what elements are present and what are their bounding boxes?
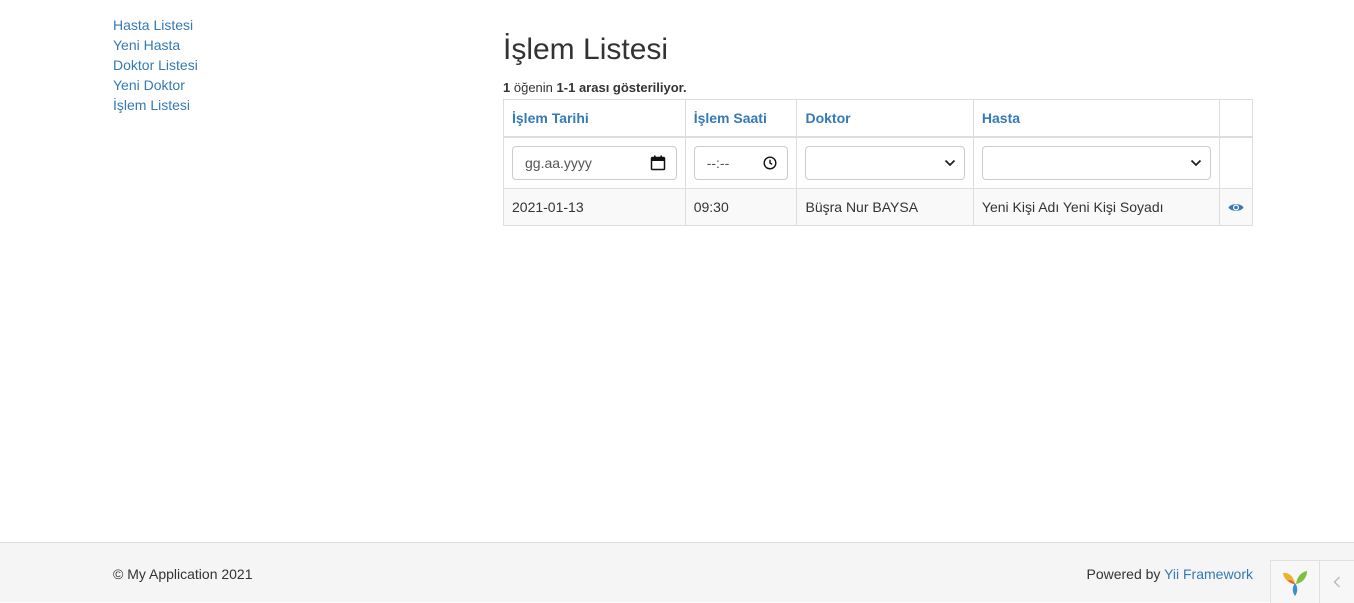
time-filter-placeholder: --:-- xyxy=(706,154,730,171)
yii-framework-link[interactable]: Yii Framework xyxy=(1164,566,1253,582)
sidebar-item-islem-listesi: İşlem Listesi xyxy=(113,95,198,115)
column-header-islem-tarihi: İşlem Tarihi xyxy=(503,99,686,138)
grid-header-row: İşlem Tarihi İşlem Saati Doktor Hasta xyxy=(503,99,1254,138)
patient-filter-select[interactable] xyxy=(981,145,1211,180)
page-title: İşlem Listesi xyxy=(503,33,669,66)
debug-toolbar-toggle[interactable] xyxy=(1270,560,1320,603)
clock-icon[interactable] xyxy=(763,156,777,170)
debug-toolbar-collapse[interactable] xyxy=(1320,560,1354,603)
cell-date: 2021-01-13 xyxy=(503,188,686,226)
filter-cell-date: gg.aa.yyyy xyxy=(503,136,686,189)
filter-cell-actions xyxy=(1218,136,1254,189)
time-filter-input[interactable]: --:-- xyxy=(693,145,789,180)
sidebar-item-yeni-hasta: Yeni Hasta xyxy=(113,35,198,55)
sidebar-menu: Hasta Listesi Yeni Hasta Doktor Listesi … xyxy=(113,15,198,115)
calendar-icon[interactable] xyxy=(650,155,666,171)
sidebar-item-doktor-listesi: Doktor Listesi xyxy=(113,55,198,75)
grid-summary: 1 öğenin 1-1 arası gösteriliyor. xyxy=(503,79,1253,99)
operations-grid: İşlem Tarihi İşlem Saati Doktor Hasta gg… xyxy=(503,99,1254,226)
filter-cell-patient xyxy=(972,136,1220,189)
sidebar-item-yeni-doktor: Yeni Doktor xyxy=(113,75,198,95)
sort-link-islem-saati[interactable]: İşlem Saati xyxy=(694,110,767,126)
date-filter-placeholder: gg.aa.yyyy xyxy=(525,154,592,171)
summary-total: 1 xyxy=(503,80,511,95)
sidebar-link-hasta-listesi[interactable]: Hasta Listesi xyxy=(113,17,193,33)
column-header-hasta: Hasta xyxy=(972,99,1220,138)
column-header-islem-saati: İşlem Saati xyxy=(684,99,798,138)
sort-link-doktor[interactable]: Doktor xyxy=(805,110,850,126)
cell-patient: Yeni Kişi Adı Yeni Kişi Soyadı xyxy=(972,188,1220,226)
cell-doctor: Büşra Nur BAYSA xyxy=(796,188,974,226)
doctor-filter-select[interactable] xyxy=(805,145,965,180)
date-filter-input[interactable]: gg.aa.yyyy xyxy=(512,145,677,180)
column-header-actions xyxy=(1218,99,1254,138)
main-content: İşlem Listesi 1 öğenin 1-1 arası gösteri… xyxy=(503,30,1254,226)
sort-link-islem-tarihi[interactable]: İşlem Tarihi xyxy=(512,110,589,126)
eye-icon xyxy=(1228,203,1244,211)
footer-copyright: © My Application 2021 xyxy=(113,566,253,582)
grid-filter-row: gg.aa.yyyy --:-- xyxy=(503,136,1254,189)
chevron-down-icon xyxy=(1190,159,1202,167)
sidebar-link-yeni-doktor[interactable]: Yeni Doktor xyxy=(113,77,185,93)
summary-of-label: öğenin xyxy=(513,80,553,95)
filter-cell-time: --:-- xyxy=(684,136,798,189)
column-header-doktor: Doktor xyxy=(796,99,974,138)
yii-logo-icon xyxy=(1283,571,1307,596)
sidebar-link-islem-listesi[interactable]: İşlem Listesi xyxy=(113,97,190,113)
summary-suffix: arası gösteriliyor. xyxy=(578,80,687,95)
footer-powered-by: Powered by Yii Framework xyxy=(1086,566,1253,582)
sort-link-hasta[interactable]: Hasta xyxy=(982,110,1020,126)
cell-time: 09:30 xyxy=(684,188,798,226)
chevron-left-icon xyxy=(1333,576,1341,588)
chevron-down-icon xyxy=(944,159,956,167)
page-footer: © My Application 2021 Powered by Yii Fra… xyxy=(0,542,1354,603)
cell-actions xyxy=(1218,188,1254,226)
footer-powered-prefix: Powered by xyxy=(1086,566,1161,582)
sidebar-item-hasta-listesi: Hasta Listesi xyxy=(113,15,198,35)
sidebar-link-yeni-hasta[interactable]: Yeni Hasta xyxy=(113,37,180,53)
view-button[interactable] xyxy=(1228,202,1244,213)
filter-cell-doctor xyxy=(796,136,974,189)
table-row: 2021-01-13 09:30 Büşra Nur BAYSA Yeni Ki… xyxy=(503,188,1254,226)
sidebar-link-doktor-listesi[interactable]: Doktor Listesi xyxy=(113,57,198,73)
summary-range: 1-1 xyxy=(556,80,576,95)
